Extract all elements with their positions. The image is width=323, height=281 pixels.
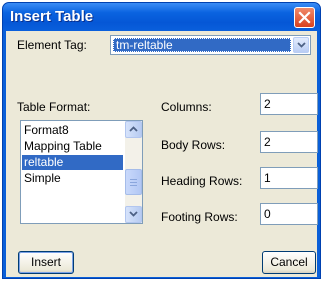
list-item-simple[interactable]: Simple xyxy=(22,171,123,186)
scroll-down-arrow-icon xyxy=(129,211,138,217)
element-tag-dropdown[interactable]: tm-reltable xyxy=(110,35,311,55)
heading-rows-input[interactable]: 1 xyxy=(260,167,318,189)
chevron-down-icon xyxy=(297,42,306,48)
close-icon xyxy=(298,11,311,24)
scroll-up-button[interactable] xyxy=(125,121,142,138)
element-tag-dropdown-button[interactable] xyxy=(293,37,309,53)
dialog-title: Insert Table xyxy=(10,8,94,25)
cancel-button[interactable]: Cancel xyxy=(262,251,316,274)
table-format-list[interactable]: Format8 Mapping Table reltable Simple xyxy=(20,120,143,224)
insert-button[interactable]: Insert xyxy=(18,251,74,274)
table-format-scrollbar[interactable] xyxy=(125,121,142,223)
table-format-label: Table Format: xyxy=(17,100,91,114)
scroll-down-button[interactable] xyxy=(125,206,142,223)
footing-rows-label: Footing Rows: xyxy=(161,210,238,224)
insert-table-dialog: Insert Table Element Tag: tm-reltable Ta… xyxy=(2,2,321,279)
scrollbar-thumb[interactable] xyxy=(125,169,142,195)
list-item-reltable[interactable]: reltable xyxy=(22,155,123,170)
list-item-format8[interactable]: Format8 xyxy=(22,123,123,138)
list-item-mapping-table[interactable]: Mapping Table xyxy=(22,139,123,154)
body-rows-input[interactable]: 2 xyxy=(260,131,318,153)
dialog-body: Element Tag: tm-reltable Table Format: F… xyxy=(6,31,318,277)
body-rows-label: Body Rows: xyxy=(161,138,226,152)
element-tag-value: tm-reltable xyxy=(113,38,291,52)
title-bar[interactable]: Insert Table xyxy=(3,3,320,31)
heading-rows-label: Heading Rows: xyxy=(161,174,243,188)
scroll-up-arrow-icon xyxy=(129,126,138,132)
close-button[interactable] xyxy=(294,7,315,28)
columns-label: Columns: xyxy=(161,100,212,114)
element-tag-label: Element Tag: xyxy=(17,38,87,52)
columns-input[interactable]: 2 xyxy=(260,93,318,115)
footing-rows-input[interactable]: 0 xyxy=(260,203,318,225)
